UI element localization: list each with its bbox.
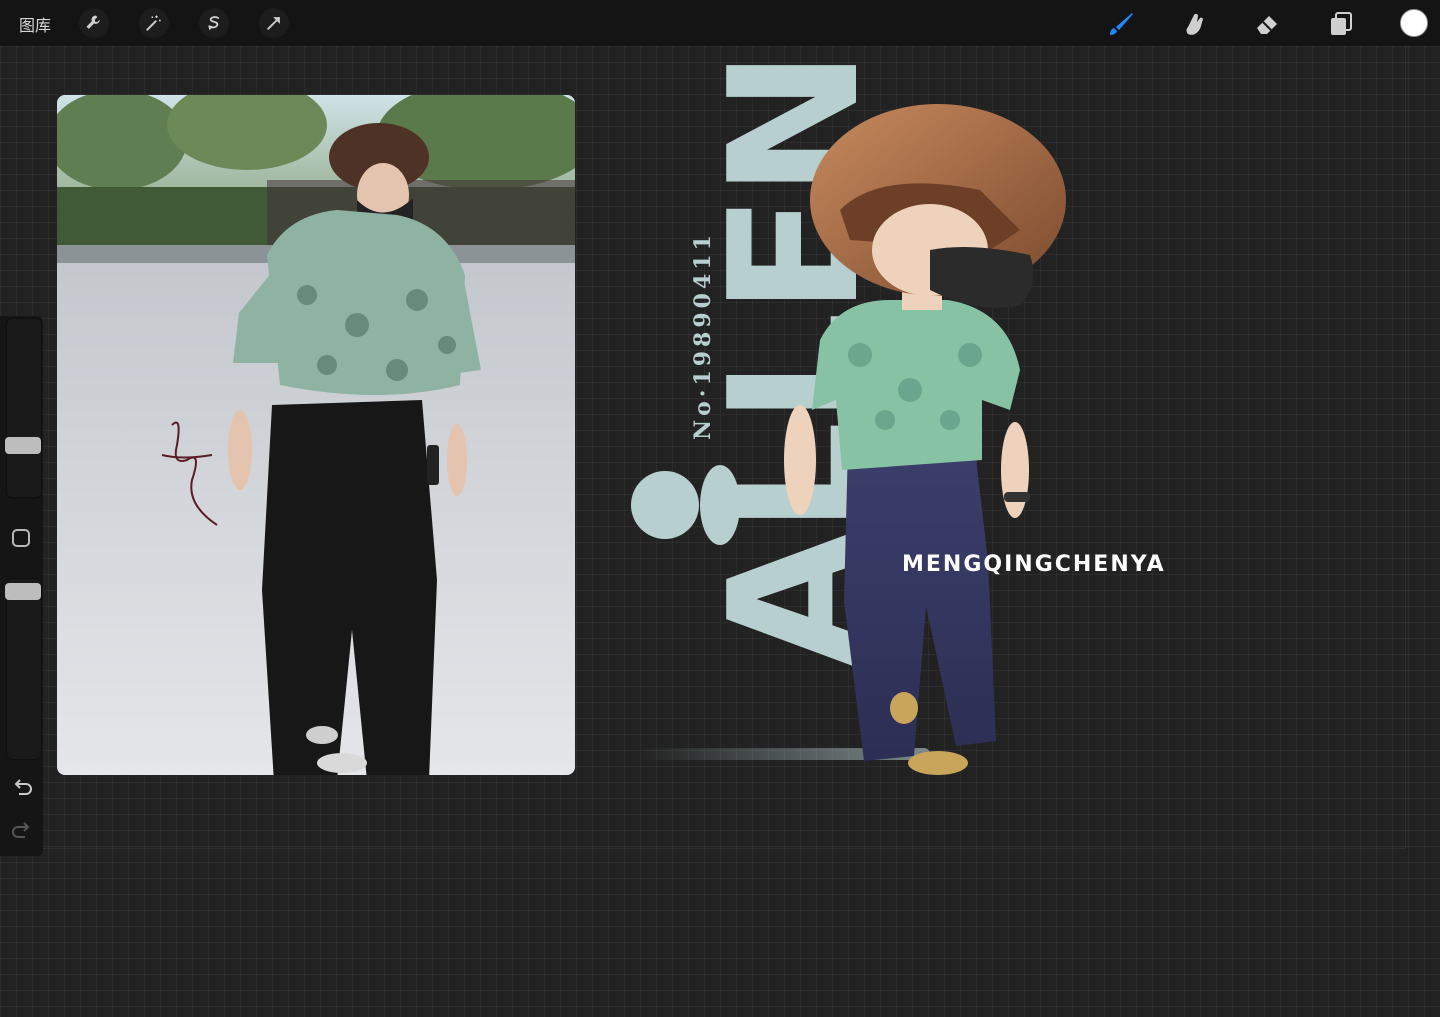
brush-tool[interactable]: [1105, 8, 1137, 40]
top-toolbar: 图库: [0, 0, 1440, 47]
reference-photo: [57, 95, 575, 775]
smudge-icon: [1186, 13, 1203, 35]
layers-icon: [1331, 12, 1352, 35]
adjustments-button[interactable]: [139, 8, 169, 38]
brush-size-slider[interactable]: [5, 318, 42, 498]
smudge-tool[interactable]: [1178, 8, 1210, 40]
opacity-slider[interactable]: [5, 578, 42, 760]
chibi-illustration: [631, 104, 1066, 775]
layers-tool[interactable]: [1325, 8, 1357, 40]
selection-button[interactable]: [199, 8, 229, 38]
actions-button[interactable]: [79, 8, 109, 38]
gallery-button[interactable]: 图库: [19, 12, 51, 36]
left-sidebar: [0, 316, 43, 856]
silhouette-graphic: [631, 465, 740, 545]
artwork-figure: [620, 100, 1200, 790]
reference-photo-image: [57, 95, 575, 775]
selection-icon: [208, 16, 220, 31]
color-picker[interactable]: [1400, 9, 1428, 37]
transform-button[interactable]: [259, 8, 289, 38]
transform-icon: [267, 17, 280, 30]
brush-icon: [1110, 13, 1133, 35]
watermark-text: MENGQINGCHENYA: [902, 552, 1166, 577]
opacity-thumb[interactable]: [5, 583, 41, 600]
brush-size-thumb[interactable]: [5, 437, 41, 454]
redo-icon[interactable]: [11, 819, 33, 841]
eraser-tool[interactable]: [1251, 8, 1283, 40]
eraser-icon: [1257, 16, 1277, 34]
modify-button[interactable]: [12, 529, 30, 547]
wrench-icon: [86, 15, 100, 29]
undo-icon[interactable]: [11, 776, 33, 798]
magic-wand-icon: [146, 15, 161, 31]
